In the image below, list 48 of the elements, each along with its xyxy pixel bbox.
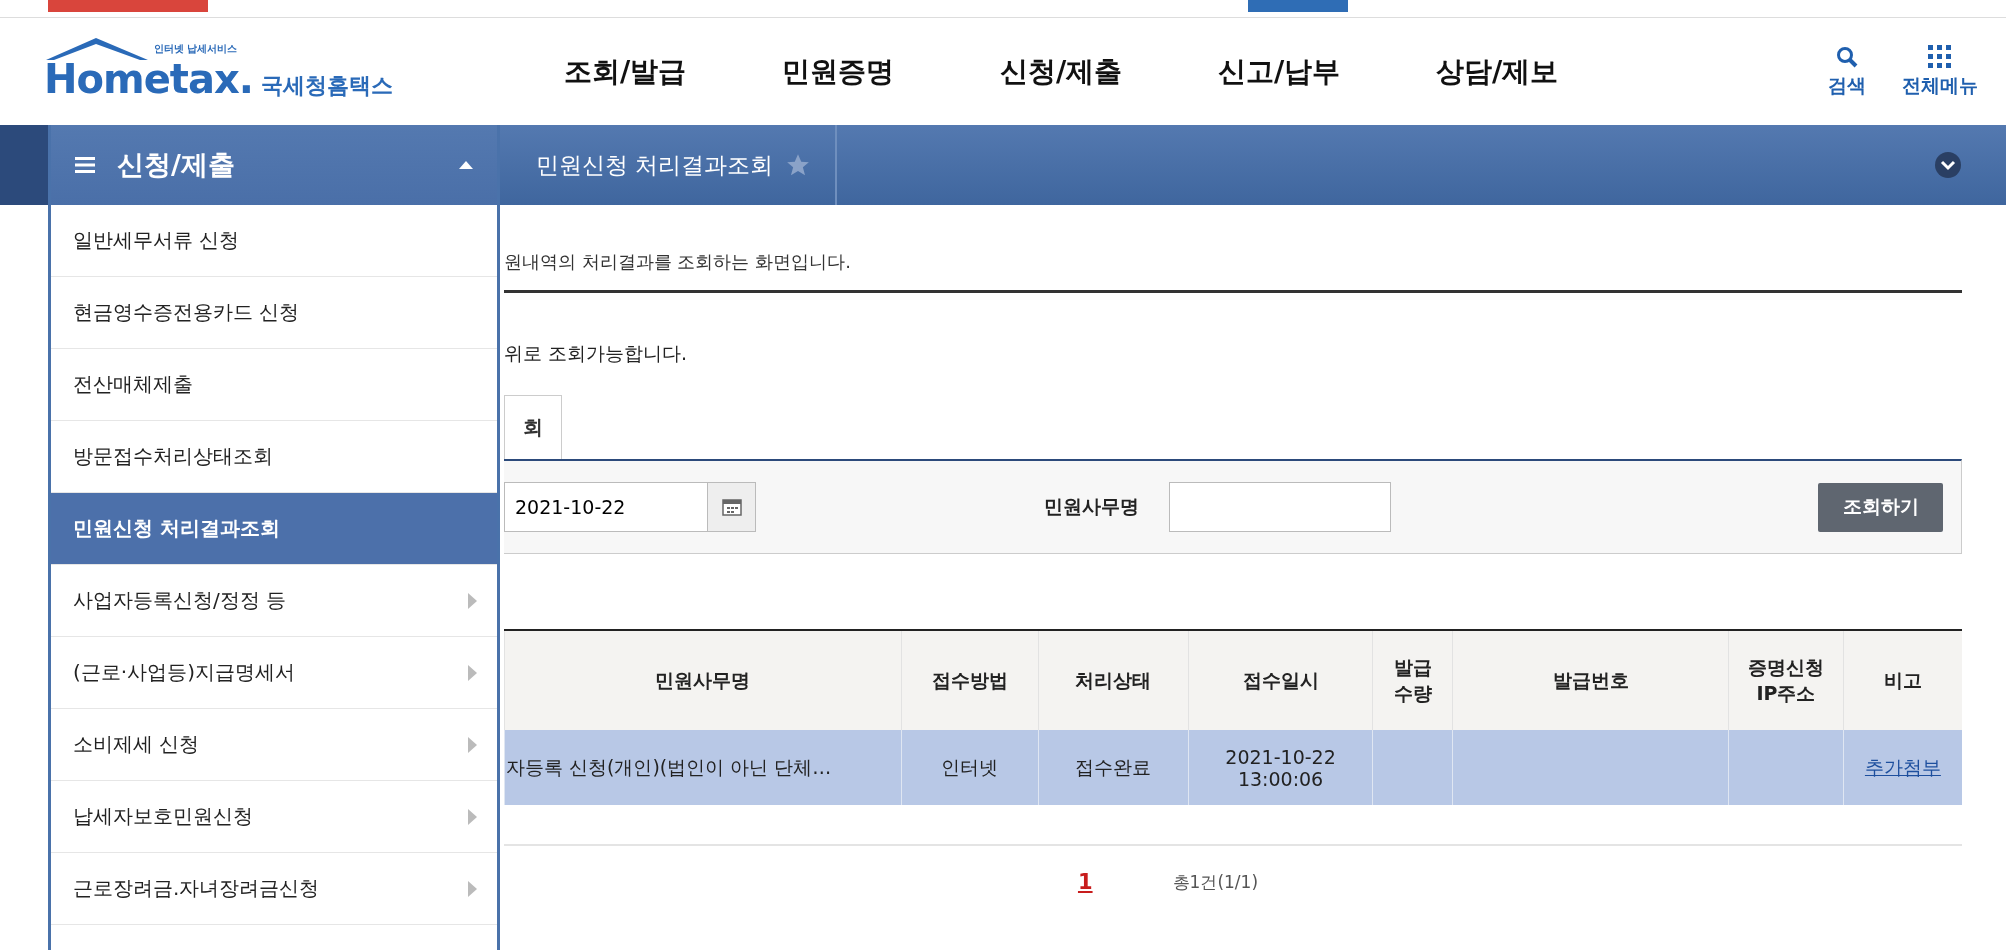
column-header: 비고 bbox=[1843, 630, 1962, 730]
total-count: 총1건(1/1) bbox=[1172, 870, 1259, 894]
column-header: 증명신청 IP주소 bbox=[1728, 630, 1844, 730]
input-field[interactable] bbox=[1169, 482, 1391, 532]
date-field[interactable]: 2021-10-22 bbox=[504, 482, 708, 532]
menu-icon bbox=[75, 156, 95, 174]
arrow-right-icon bbox=[468, 592, 477, 609]
logo-name[interactable]: Hometax. bbox=[44, 55, 253, 102]
arrow-right-icon bbox=[468, 880, 477, 897]
nav-item[interactable]: 조회/발급 bbox=[564, 52, 782, 91]
nav-item[interactable]: 신고/납부 bbox=[1218, 52, 1436, 91]
menu-item[interactable]: 민원신청 처리결과조회 bbox=[51, 493, 497, 565]
table-cell: 접수완료 bbox=[1038, 730, 1189, 805]
page-number[interactable]: 1 bbox=[1077, 870, 1093, 894]
column-header: 발급번호 bbox=[1452, 630, 1729, 730]
calendar-icon bbox=[721, 498, 742, 516]
search-button[interactable]: 조회하기 bbox=[1818, 482, 1943, 532]
arrow-right-icon bbox=[468, 736, 477, 753]
table-cell: 자등록 신청(개인)(법인이 아닌 단체… bbox=[504, 730, 902, 805]
search-link[interactable]: 검색 bbox=[1828, 44, 1866, 99]
star-icon[interactable] bbox=[785, 152, 812, 178]
table-row[interactable]: 자등록 신청(개인)(법인이 아닌 단체… 인터넷 접수완료 2021-10-22 13:00:06 추가첨부 bbox=[504, 730, 1962, 805]
column-header: 처리상태 bbox=[1038, 630, 1189, 730]
chevron-down-icon[interactable] bbox=[1934, 151, 1962, 179]
menu-header[interactable]: 신청/제출 bbox=[51, 125, 497, 205]
table-cell: 인터넷 bbox=[901, 730, 1039, 805]
logo-tagline: 인터넷 납세서비스 bbox=[154, 41, 239, 56]
column-header: 발급 수량 bbox=[1372, 630, 1453, 730]
arrow-right-icon bbox=[468, 808, 477, 825]
logo-korean-name[interactable]: 국세청홈택스 bbox=[260, 70, 393, 101]
table-cell: 2021-10-22 13:00:06 bbox=[1188, 730, 1373, 805]
search-icon bbox=[1835, 44, 1859, 69]
description-text: 원내역의 처리결과를 조회하는 화면입니다. bbox=[504, 250, 852, 274]
breadcrumb-title: 민원신청 처리결과조회 bbox=[536, 150, 774, 180]
nav-item[interactable]: 상담/제보 bbox=[1436, 52, 1654, 91]
column-header: 접수방법 bbox=[901, 630, 1039, 730]
grid-icon bbox=[1928, 44, 1952, 69]
arrow-right-icon bbox=[468, 664, 477, 681]
field-label: 민원사무명 bbox=[1044, 494, 1139, 519]
calendar-button[interactable] bbox=[708, 482, 756, 532]
all-menu-link[interactable]: 전체메뉴 bbox=[1902, 44, 1978, 99]
column-header: 민원사무명 bbox=[504, 630, 902, 730]
nav-item[interactable]: 민원증명 bbox=[782, 52, 1000, 91]
attach-link[interactable]: 추가첨부 bbox=[1864, 755, 1941, 778]
nav-item[interactable]: 신청/제출 bbox=[1000, 52, 1218, 91]
tab[interactable]: 회 bbox=[504, 395, 562, 459]
column-header: 접수일시 bbox=[1188, 630, 1373, 730]
notice-text: 위로 조회가능합니다. bbox=[504, 341, 689, 366]
